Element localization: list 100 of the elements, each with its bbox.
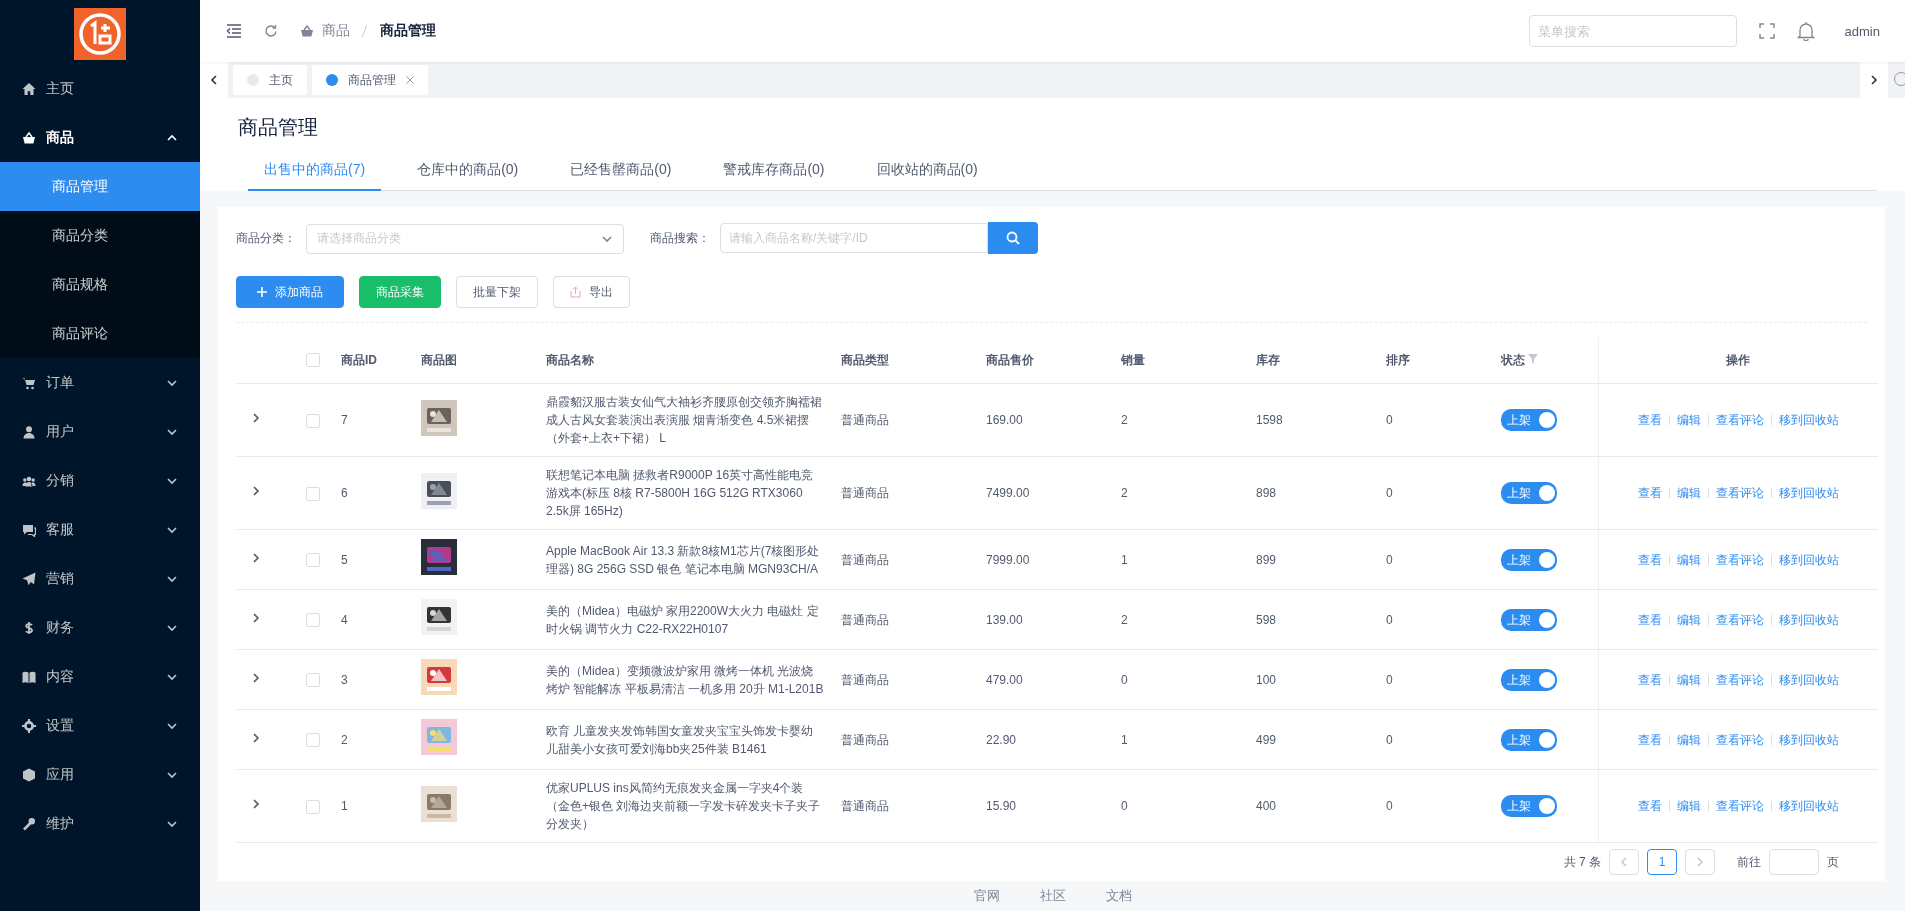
action-link[interactable]: 移到回收站 (1770, 415, 1846, 425)
breadcrumb-link[interactable]: 商品 (322, 22, 350, 40)
fullscreen-icon[interactable] (1758, 23, 1775, 39)
search-button[interactable] (988, 222, 1038, 254)
action-link[interactable]: 编辑 (1668, 801, 1708, 811)
action-link[interactable]: 移到回收站 (1770, 554, 1846, 565)
action-link[interactable]: 查看评论 (1707, 554, 1771, 565)
expand-icon[interactable] (250, 611, 262, 624)
expand-icon[interactable] (250, 671, 262, 684)
expand-icon[interactable] (250, 798, 262, 810)
menu-item[interactable]: 用户 (0, 407, 200, 456)
action-link[interactable]: 编辑 (1668, 488, 1708, 498)
action-link[interactable]: 编辑 (1668, 614, 1708, 625)
checkbox[interactable] (306, 799, 320, 814)
filter-icon[interactable] (1528, 353, 1539, 364)
menu-item[interactable]: 设置 (0, 701, 200, 750)
menu-item[interactable]: 商品 (0, 113, 200, 162)
column-header: 操作 (1726, 352, 1751, 367)
scroll-left-button[interactable] (200, 62, 228, 98)
bell-icon[interactable] (1796, 21, 1815, 41)
table-cell: 0 (1386, 732, 1393, 747)
action-link[interactable]: 移到回收站 (1770, 801, 1846, 811)
page-tab[interactable]: 商品管理 (312, 65, 428, 95)
submenu-item[interactable]: 商品评论 (0, 309, 200, 358)
checkbox[interactable] (306, 613, 320, 628)
tab[interactable]: 警戒库存商品(0) (707, 161, 841, 191)
wrench-icon (22, 816, 36, 831)
status-switch[interactable]: 上架 (1501, 548, 1557, 571)
expand-icon[interactable] (250, 731, 262, 744)
table-cell: 普通商品 (841, 612, 889, 627)
status-switch[interactable]: 上架 (1501, 482, 1557, 504)
action-link[interactable]: 查看评论 (1707, 674, 1771, 685)
action-link[interactable]: 查看 (1630, 610, 1669, 629)
tab[interactable]: 回收站的商品(0) (860, 161, 994, 191)
product-name: 联想笔记本电脑 拯救者R9000P 16英寸高性能电竞游戏本(标压 8核 R7-5800H 16G 512G RTX3060 2.5k屏 165Hz) (546, 468, 814, 518)
collapse-menu-icon[interactable] (226, 24, 242, 38)
menu-item[interactable]: 营销 (0, 554, 200, 603)
action-link[interactable]: 查看 (1630, 550, 1669, 569)
action-link[interactable]: 编辑 (1668, 674, 1708, 685)
page-input[interactable] (1769, 849, 1819, 875)
tab[interactable]: 已经售罄商品(0) (554, 161, 688, 191)
status-switch[interactable]: 上架 (1501, 728, 1557, 751)
menu-item[interactable]: 分销 (0, 456, 200, 505)
menu-item[interactable]: 客服 (0, 505, 200, 554)
action-link[interactable]: 编辑 (1668, 734, 1708, 745)
collect-button[interactable]: 商品采集 (359, 276, 441, 308)
action-link[interactable]: 移到回收站 (1770, 734, 1846, 745)
refresh-icon[interactable] (264, 24, 278, 38)
batch-button[interactable]: 批量下架 (456, 276, 538, 308)
page-button[interactable]: 1 (1647, 849, 1677, 875)
expand-icon[interactable] (250, 485, 262, 497)
status-switch[interactable]: 上架 (1501, 608, 1557, 631)
status-switch[interactable]: 上架 (1501, 668, 1557, 691)
action-link[interactable]: 查看 (1630, 730, 1669, 749)
user-name[interactable]: admin (1844, 23, 1880, 39)
menu-search-field[interactable]: 菜单搜索 (1528, 15, 1737, 47)
menu-item[interactable]: 主页 (0, 64, 200, 113)
submenu-item[interactable]: 商品分类 (0, 211, 200, 260)
action-link[interactable]: 查看 (1630, 670, 1669, 689)
menu-item[interactable]: 应用 (0, 750, 200, 799)
checkbox[interactable] (306, 673, 320, 688)
menu-item[interactable]: 订单 (0, 358, 200, 407)
action-link[interactable]: 移到回收站 (1770, 488, 1846, 498)
status-switch[interactable]: 上架 (1501, 409, 1557, 431)
footer-link[interactable]: 文档 (1105, 887, 1132, 905)
checkbox[interactable] (306, 353, 320, 368)
checkbox[interactable] (306, 413, 320, 428)
action-link[interactable]: 查看 (1630, 411, 1669, 429)
action-link[interactable]: 编辑 (1668, 554, 1708, 565)
menu-item[interactable]: 财务 (0, 603, 200, 652)
footer-link[interactable]: 社区 (1039, 887, 1066, 905)
action-link[interactable]: 移到回收站 (1770, 674, 1846, 685)
add-button[interactable]: 添加商品 (236, 276, 344, 308)
expand-icon[interactable] (250, 412, 262, 424)
export-button[interactable]: 导出 (553, 276, 630, 308)
action-link[interactable]: 查看评论 (1707, 415, 1771, 425)
action-link[interactable]: 查看评论 (1707, 801, 1771, 811)
action-link[interactable]: 编辑 (1668, 415, 1708, 425)
action-link[interactable]: 查看评论 (1707, 614, 1771, 625)
checkbox[interactable] (306, 733, 320, 748)
action-link[interactable]: 查看评论 (1707, 734, 1771, 745)
action-link[interactable]: 查看 (1630, 797, 1669, 815)
action-link[interactable]: 查看评论 (1707, 488, 1771, 498)
footer-link[interactable]: 官网 (973, 887, 1000, 905)
menu-item[interactable]: 维护 (0, 799, 200, 848)
user-icon (22, 424, 36, 439)
tab[interactable]: 仓库中的商品(0) (401, 161, 535, 191)
action-link[interactable]: 查看 (1630, 484, 1669, 502)
checkbox[interactable] (306, 553, 320, 568)
checkbox[interactable] (306, 486, 320, 501)
action-link[interactable]: 移到回收站 (1770, 614, 1846, 625)
menu-item[interactable]: 内容 (0, 652, 200, 701)
submenu-item[interactable]: 商品规格 (0, 260, 200, 309)
scroll-right-button[interactable] (1860, 62, 1888, 98)
close-icon[interactable] (406, 76, 414, 84)
status-switch[interactable]: 上架 (1501, 795, 1557, 817)
page-tab[interactable]: 主页 (233, 65, 307, 95)
submenu-item[interactable]: 商品管理 (0, 162, 200, 211)
tab[interactable]: 出售中的商品(7) (248, 161, 382, 191)
expand-icon[interactable] (250, 551, 262, 564)
